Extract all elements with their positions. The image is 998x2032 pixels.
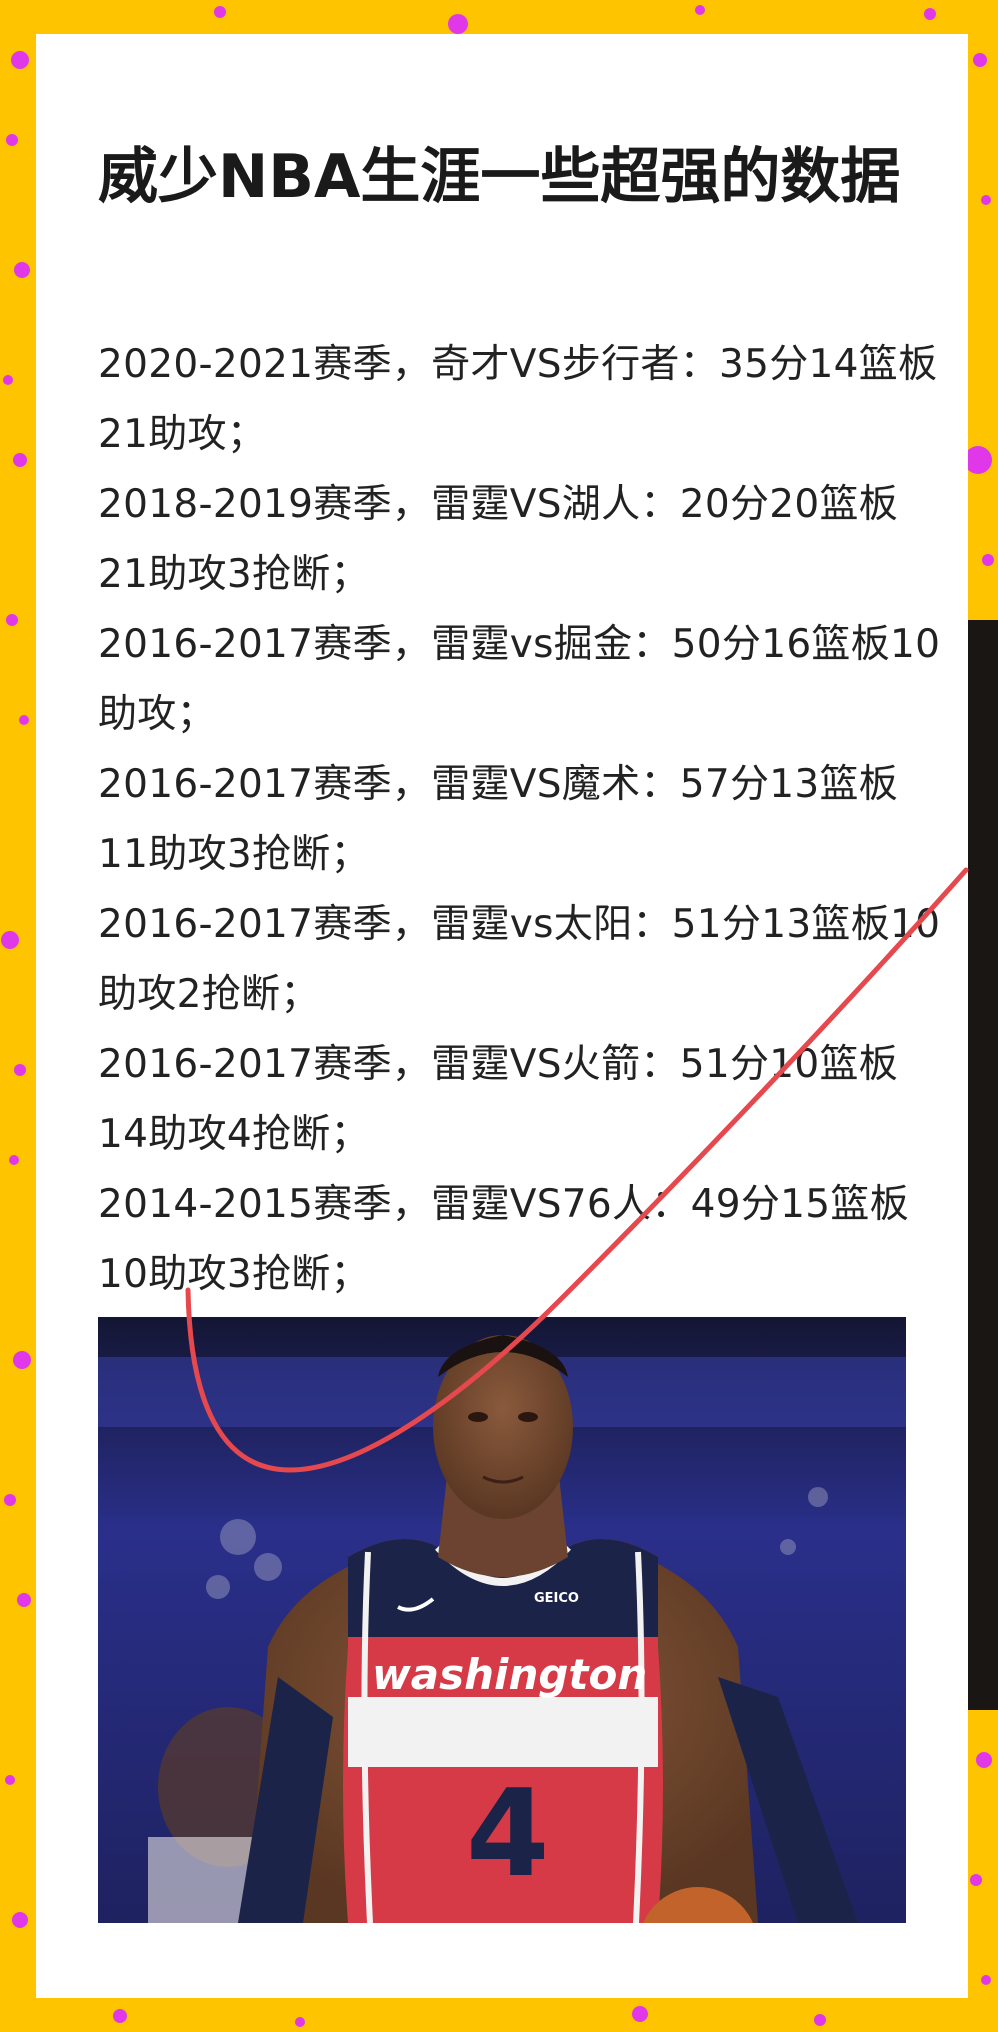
stat-line: 2016-2017赛季，雷霆vs太阳：51分13篮板10助攻2抢断； — [98, 902, 941, 1017]
stat-line: 2016-2017赛季，雷霆VS火箭：51分10篮板14助攻4抢断； — [98, 1042, 899, 1157]
stat-line: 2016-2017赛季，雷霆vs掘金：50分16篮板10助攻； — [98, 622, 941, 737]
article-title: 威少NBA生涯一些超强的数据 — [98, 142, 901, 212]
stats-list: 2020-2021赛季，奇才VS步行者：35分14篮板21助攻； 2018-20… — [98, 330, 946, 1310]
jersey-wordmark: washington — [372, 1650, 647, 1699]
stat-line: 2020-2021赛季，奇才VS步行者：35分14篮板21助攻； — [98, 342, 938, 457]
stat-line: 2018-2019赛季，雷霆VS湖人：20分20篮板21助攻3抢断； — [98, 482, 899, 597]
right-edge-dark-panel — [966, 620, 998, 1710]
stat-line: 2014-2015赛季，雷霆VS76人：49分15篮板10助攻3抢断； — [98, 1182, 909, 1297]
article-card: 威少NBA生涯一些超强的数据 2020-2021赛季，奇才VS步行者：35分14… — [36, 34, 968, 1998]
jersey-number: 4 — [466, 1765, 550, 1904]
stat-line: 2016-2017赛季，雷霆VS魔术：57分13篮板11助攻3抢断； — [98, 762, 899, 877]
jersey-sponsor: GEICO — [534, 1591, 579, 1606]
player-photo: washington 4 GEICO — [98, 1317, 906, 1923]
